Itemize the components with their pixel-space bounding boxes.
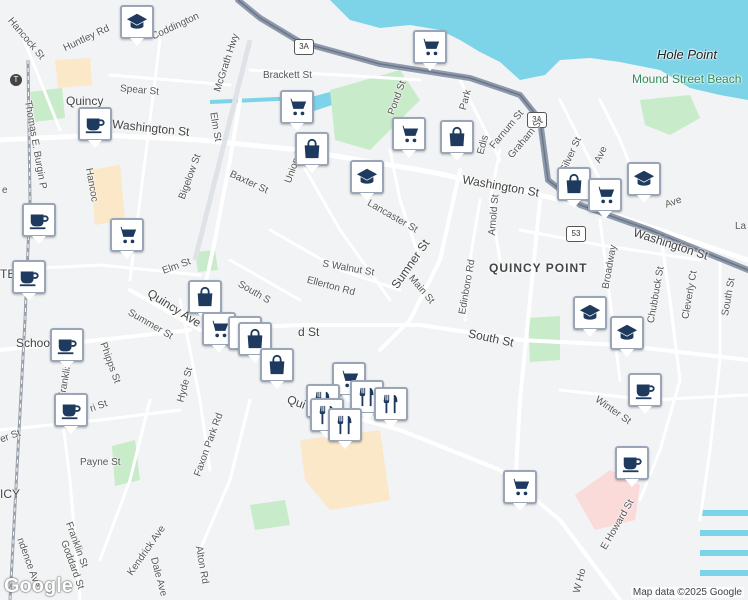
poi-marker-school[interactable] <box>120 5 154 46</box>
poi-marker-school[interactable] <box>350 160 384 201</box>
poi-marker-cafe[interactable] <box>628 373 662 414</box>
poi-marker-cafe[interactable] <box>22 203 56 244</box>
route-53-shield: 53 <box>566 226 586 242</box>
map-base-layer <box>0 0 748 600</box>
poi-marker-cafe[interactable] <box>78 107 112 148</box>
poi-marker-shopping-cart[interactable] <box>588 178 622 219</box>
label-d-st: d St <box>298 325 320 339</box>
poi-marker-shopping-cart[interactable] <box>110 218 144 259</box>
map-canvas[interactable]: 3A 3A 53 Hole Point Mound Street Beach Q… <box>0 0 748 600</box>
label-e: e <box>2 185 8 196</box>
poi-marker-shopping-cart[interactable] <box>503 470 537 511</box>
label-school: School <box>16 336 53 350</box>
route-3a-shield-north: 3A <box>294 39 314 55</box>
label-la: La <box>735 221 747 232</box>
label-quincy: Quincy <box>66 94 104 108</box>
poi-marker-shopping-cart[interactable] <box>392 117 426 158</box>
poi-marker-cafe[interactable] <box>615 446 649 487</box>
label-brackett-st: Brackett St <box>263 70 312 81</box>
poi-marker-shopping-cart[interactable] <box>280 90 314 131</box>
poi-marker-school[interactable] <box>627 162 661 203</box>
marina-piers <box>700 510 748 576</box>
poi-marker-cafe[interactable] <box>54 393 88 434</box>
label-mound-street-beach: Mound Street Beach <box>632 72 742 86</box>
poi-marker-shopping-bag[interactable] <box>440 120 474 161</box>
poi-marker-restaurant[interactable] <box>374 387 408 428</box>
google-logo: Google <box>4 575 73 597</box>
poi-marker-restaurant[interactable] <box>328 408 362 449</box>
poi-marker-shopping-bag[interactable] <box>295 132 329 173</box>
poi-marker-cafe[interactable] <box>50 328 84 369</box>
poi-marker-school[interactable] <box>610 316 644 357</box>
park-mound-street <box>640 95 700 135</box>
poi-marker-shopping-bag[interactable] <box>260 348 294 389</box>
campus-area-north <box>55 58 92 88</box>
label-hole-point: Hole Point <box>657 47 717 62</box>
poi-marker-shopping-cart[interactable] <box>413 30 447 71</box>
label-quincy-point: QUINCY POINT <box>489 261 588 275</box>
park-south-west <box>250 500 290 530</box>
transit-station-icon[interactable]: T <box>10 74 22 86</box>
map-attribution[interactable]: Map data ©2025 Google <box>630 587 744 598</box>
label-payne-st: Payne St <box>80 457 121 468</box>
poi-marker-school[interactable] <box>573 296 607 337</box>
poi-marker-shopping-bag[interactable] <box>557 167 591 208</box>
label-quincy-edge: ICY <box>0 487 21 501</box>
poi-marker-shopping-bag[interactable] <box>188 280 222 321</box>
poi-marker-cafe[interactable] <box>12 260 46 301</box>
